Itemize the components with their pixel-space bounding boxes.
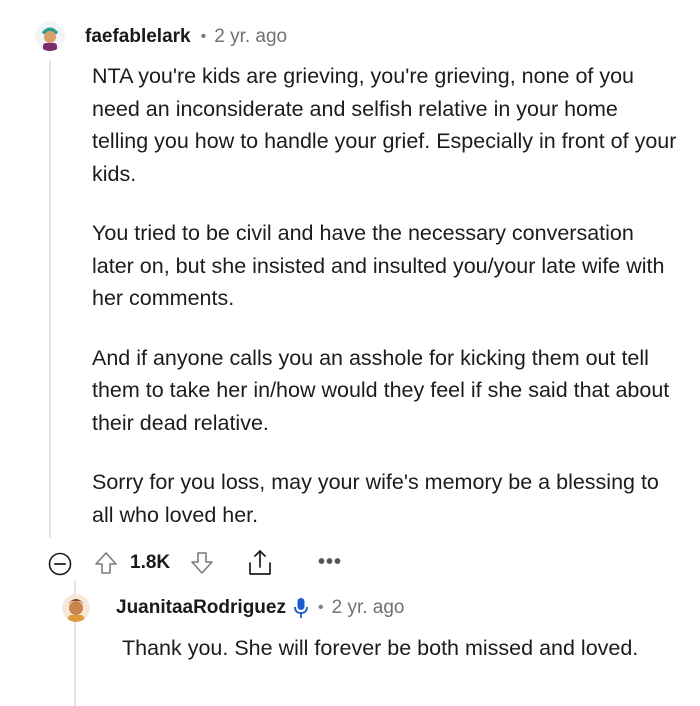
upvote-button[interactable] — [92, 549, 120, 577]
microphone-icon — [294, 597, 308, 619]
share-button[interactable] — [246, 548, 274, 578]
comment-paragraph: Sorry for you loss, may your wife's memo… — [92, 470, 659, 527]
comment-paragraph: And if anyone calls you an asshole for k… — [92, 345, 670, 435]
reply-username[interactable]: JuanitaaRodriguez — [116, 597, 286, 619]
avatar[interactable] — [35, 21, 65, 51]
more-options-button[interactable]: ••• — [318, 551, 342, 574]
meta-separator: • — [200, 28, 207, 45]
comment-paragraph: You tried to be civil and have the neces… — [92, 221, 665, 310]
comment-paragraph: NTA you're kids are grieving, you're gri… — [92, 64, 677, 186]
timestamp[interactable]: 2 yr. ago — [214, 26, 287, 48]
vote-score: 1.8K — [130, 552, 171, 573]
reply-meta: JuanitaaRodriguez • 2 yr. ago — [116, 594, 404, 622]
share-icon — [249, 550, 271, 575]
collapse-icon — [48, 552, 72, 576]
reply-timestamp[interactable]: 2 yr. ago — [332, 597, 405, 619]
comment-body: NTA you're kids are grieving, you're gri… — [92, 60, 677, 558]
reply-avatar[interactable] — [62, 594, 90, 622]
upvote-arrow-icon — [95, 552, 117, 574]
reply-body: Thank you. She will forever be both miss… — [122, 636, 639, 660]
collapse-button[interactable] — [48, 552, 72, 576]
comment-meta: faefablelark • 2 yr. ago — [85, 22, 287, 52]
downvote-button[interactable] — [188, 549, 216, 577]
comment-thread-line[interactable] — [49, 60, 51, 538]
username[interactable]: faefablelark — [85, 26, 191, 48]
meta-separator: • — [317, 599, 324, 616]
downvote-arrow-icon — [191, 552, 213, 574]
